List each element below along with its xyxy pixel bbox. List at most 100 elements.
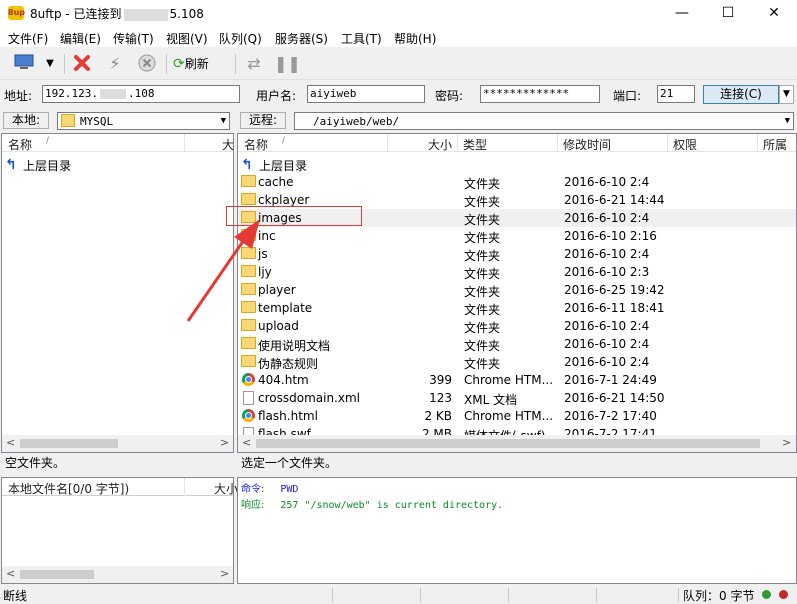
file-mtime: 2016-6-10 2:4 (564, 175, 650, 189)
column-divider (757, 134, 758, 152)
local-col-size[interactable]: 大 (222, 136, 234, 153)
up-arrow-icon: ↰ (241, 157, 253, 173)
remote-col-owner[interactable]: 所属 (763, 136, 787, 153)
file-size: 2 KB (424, 409, 452, 423)
table-row[interactable]: crossdomain.xml 123 XML 文档 2016-6-21 14:50 (238, 389, 796, 407)
table-row[interactable]: inc 文件夹 2016-6-10 2:16 (238, 227, 796, 245)
file-mtime: 2016-7-1 24:49 (564, 373, 657, 387)
pause-button[interactable]: ❚❚ (274, 53, 301, 75)
scroll-left-icon[interactable]: < (6, 567, 15, 580)
remote-hscroll[interactable]: < > (238, 435, 796, 452)
folder-icon (241, 355, 256, 367)
menu-view[interactable]: 视图(V) (166, 30, 208, 47)
queue-col-size[interactable]: 大小 (214, 480, 238, 497)
queue-status-cell: 队列：0 字节 (678, 588, 797, 603)
connection-status: 断线 (3, 589, 28, 603)
username-input[interactable]: aiyiweb (307, 85, 425, 103)
local-col-name[interactable]: 名称 (8, 136, 32, 153)
remote-path-combo[interactable]: /aiyiweb/web/ ▼ (294, 112, 794, 130)
queue-col-name[interactable]: 本地文件名[0/0 字节]) (8, 480, 129, 497)
status-cell (332, 588, 420, 602)
folder-icon (241, 193, 256, 205)
column-divider (557, 134, 558, 152)
remote-up-dir-row[interactable]: ↰ 上层目录 (238, 155, 796, 173)
connect-button[interactable]: 连接(C) (703, 85, 779, 104)
queue-hscroll[interactable]: < > (2, 566, 233, 583)
disconnect-button[interactable] (70, 53, 94, 75)
file-type: 文件夹 (464, 339, 501, 353)
toolbar: ▼ ⚡ ⟳刷新 ⇄ ❚❚ (0, 48, 797, 80)
file-type: Chrome HTM... (464, 373, 554, 387)
file-type: Chrome HTM... (464, 409, 554, 423)
port-input[interactable]: 21 (657, 85, 695, 103)
file-mtime: 2016-6-25 19:42 (564, 283, 665, 297)
table-row[interactable]: 使用说明文档 文件夹 2016-6-10 2:4 (238, 335, 796, 353)
scroll-left-icon[interactable]: < (242, 436, 251, 449)
column-divider (457, 134, 458, 152)
menu-tools[interactable]: 工具(T) (341, 30, 382, 47)
scroll-thumb[interactable] (20, 439, 118, 448)
table-row[interactable]: template 文件夹 2016-6-11 18:41 (238, 299, 796, 317)
quick-connect-button[interactable]: ⚡ (103, 53, 127, 75)
file-mtime: 2016-6-10 2:4 (564, 355, 650, 369)
menu-edit[interactable]: 编辑(E) (60, 30, 101, 47)
chrome-icon (242, 409, 255, 422)
scroll-right-icon[interactable]: > (220, 567, 229, 580)
refresh-label: 刷新 (184, 57, 209, 71)
site-manager-button[interactable] (12, 53, 36, 75)
menu-transfer[interactable]: 传输(T) (113, 30, 154, 47)
folder-icon (61, 114, 75, 127)
sync-button[interactable]: ⇄ (242, 53, 266, 75)
connect-dropdown-button[interactable]: ▼ (779, 85, 794, 104)
minimize-button[interactable]: — (659, 0, 705, 27)
table-row[interactable]: flash.html 2 KB Chrome HTM... 2016-7-2 17:4… (238, 407, 796, 425)
menu-help[interactable]: 帮助(H) (394, 30, 436, 47)
site-dropdown-button[interactable]: ▼ (38, 53, 62, 75)
log-line: 命令: PWD (241, 480, 298, 495)
close-button[interactable]: ✕ (751, 0, 797, 27)
redacted-ip (99, 89, 126, 99)
chrome-icon (242, 373, 255, 386)
remote-col-mtime[interactable]: 修改时间 (563, 136, 611, 153)
stop-button[interactable] (135, 53, 159, 75)
table-row[interactable]: js 文件夹 2016-6-10 2:4 (238, 245, 796, 263)
local-hscroll[interactable]: < > (2, 435, 233, 452)
scroll-right-icon[interactable]: > (782, 436, 791, 449)
table-row[interactable]: cache 文件夹 2016-6-10 2:4 (238, 173, 796, 191)
maximize-button[interactable]: ☐ (705, 0, 751, 27)
scroll-thumb[interactable] (20, 570, 94, 579)
menu-file[interactable]: 文件(F) (8, 30, 48, 47)
local-path-combo[interactable]: MYSQL ▼ (57, 112, 230, 130)
table-row[interactable]: 404.htm 399 Chrome HTM... 2016-7-1 24:49 (238, 371, 796, 389)
remote-col-perm[interactable]: 权限 (673, 136, 697, 153)
table-row[interactable]: ljy 文件夹 2016-6-10 2:3 (238, 263, 796, 281)
scroll-right-icon[interactable]: > (220, 436, 229, 449)
table-row[interactable]: 伪静态规则 文件夹 2016-6-10 2:4 (238, 353, 796, 371)
table-row[interactable]: upload 文件夹 2016-6-10 2:4 (238, 317, 796, 335)
table-row[interactable]: player 文件夹 2016-6-25 19:42 (238, 281, 796, 299)
password-input[interactable]: ************* (480, 85, 600, 103)
remote-col-size[interactable]: 大小 (428, 136, 452, 153)
file-mtime: 2016-6-21 14:50 (564, 391, 665, 405)
window-title: 8uftp - 已连接到 5.108 (30, 7, 204, 21)
column-divider (667, 134, 668, 152)
remote-col-type[interactable]: 类型 (463, 136, 487, 153)
file-type: 文件夹 (464, 231, 501, 245)
queue-list[interactable]: 本地文件名[0/0 字节]) 大小 < > (1, 477, 238, 584)
log-pane[interactable]: 命令: PWD 响应: 257 "/snow/web" is current dire… (237, 477, 797, 584)
scroll-left-icon[interactable]: < (6, 436, 15, 449)
file-name: 使用说明文档 (258, 339, 331, 353)
remote-col-name[interactable]: 名称 (244, 136, 268, 153)
address-input[interactable]: 192.123. .108 (42, 85, 240, 103)
menu-queue[interactable]: 队列(Q) (219, 30, 262, 47)
scroll-thumb[interactable] (256, 439, 760, 448)
remote-file-list[interactable]: 名称 / 大小 类型 修改时间 权限 所属 ↰ 上层目录 cache 文件夹 201… (237, 133, 797, 453)
chevron-down-icon: ▼ (220, 116, 226, 126)
pause-icon: ❚❚ (274, 54, 301, 73)
menu-server[interactable]: 服务器(S) (275, 30, 328, 47)
local-up-dir-row[interactable]: ↰ 上层目录 (2, 155, 233, 173)
refresh-button[interactable]: ⟳刷新 (173, 53, 225, 75)
download-led-icon (779, 590, 788, 599)
log-line: 响应: 257 "/snow/web" is current directory. (241, 496, 503, 511)
local-column-header: 名称 / 大 (2, 134, 234, 153)
